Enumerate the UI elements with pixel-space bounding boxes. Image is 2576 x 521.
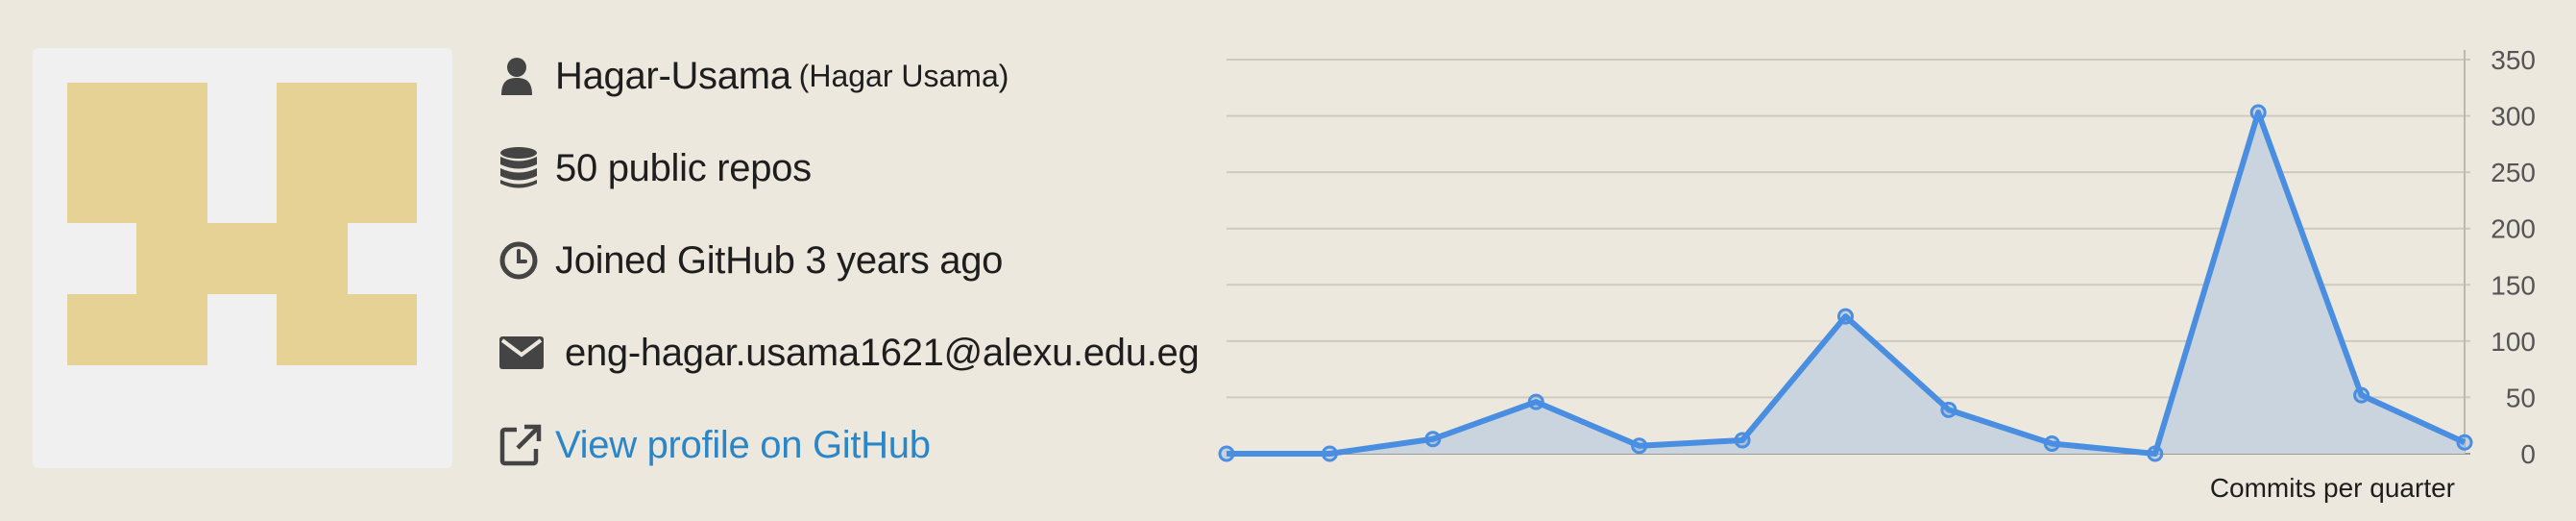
view-profile-link[interactable]: View profile on GitHub	[555, 424, 931, 467]
data-point	[2249, 104, 2267, 121]
joined-text: Joined GitHub 3 years ago	[555, 238, 1004, 282]
repos-row: 50 public repos	[499, 135, 812, 202]
data-point	[2147, 445, 2164, 462]
y-tick-label: 150	[2491, 270, 2536, 300]
email-row: eng-hagar.usama1621@alexu.edu.eg	[499, 319, 1200, 386]
y-tick-label: 50	[2506, 383, 2536, 412]
clock-icon	[499, 236, 555, 285]
series-line	[1227, 110, 2467, 457]
data-point	[2456, 434, 2473, 451]
data-point	[1631, 437, 1648, 455]
username-row: Hagar-Usama (Hagar Usama)	[499, 42, 1009, 110]
data-point	[1527, 393, 1544, 410]
y-tick-label: 200	[2491, 214, 2536, 244]
y-tick-label: 0	[2520, 439, 2536, 469]
series-points	[1218, 104, 2473, 462]
data-point	[2353, 386, 2370, 404]
data-point	[2043, 434, 2060, 452]
repo-count: 50 public repos	[555, 146, 812, 189]
profile-link-row[interactable]: View profile on GitHub	[499, 411, 931, 479]
database-icon	[499, 144, 555, 192]
email[interactable]: eng-hagar.usama1621@alexu.edu.eg	[565, 332, 1200, 375]
identicon	[67, 83, 417, 365]
joined-row: Joined GitHub 3 years ago	[499, 227, 1003, 294]
data-point	[1321, 445, 1338, 462]
series-area	[1227, 112, 2465, 455]
data-point	[1218, 445, 1235, 462]
user-icon	[499, 52, 555, 100]
display-name: (Hagar Usama)	[798, 58, 1009, 93]
x-axis-caption: Commits per quarter	[2210, 473, 2455, 503]
data-point	[1734, 432, 1751, 449]
y-axis-ticks: 0 50 100 150 200 250 300 350	[2491, 45, 2536, 469]
y-tick-label: 300	[2491, 102, 2536, 132]
data-point	[1424, 431, 1442, 448]
y-tick-label: 350	[2491, 45, 2536, 75]
external-link-icon	[499, 421, 555, 469]
chart-grid	[1227, 50, 2470, 455]
y-tick-label: 100	[2491, 327, 2536, 357]
envelope-icon	[499, 329, 555, 377]
username: Hagar-Usama	[555, 54, 791, 97]
data-point	[1837, 308, 1854, 325]
avatar	[33, 48, 452, 468]
y-tick-label: 250	[2491, 158, 2536, 187]
data-point	[1940, 401, 1957, 418]
